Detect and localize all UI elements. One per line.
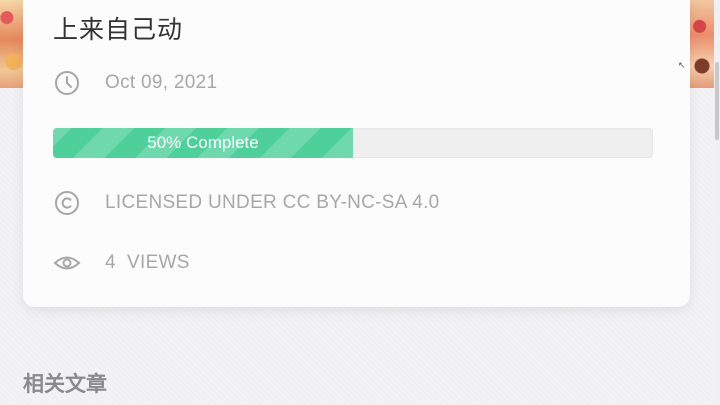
reading-progress-bar: 50% Complete (53, 128, 653, 158)
post-date: Oct 09, 2021 (105, 72, 218, 93)
post-views: 4 VIEWS (105, 252, 190, 273)
progress-label: 50% Complete (147, 133, 259, 152)
banner-image-right (690, 0, 714, 88)
related-posts-heading: 相关文章 (23, 372, 107, 396)
progress-fill: 50% Complete (53, 128, 353, 158)
post-license-row: LICENSED UNDER CC BY-NC-SA 4.0 (53, 189, 440, 217)
mouse-cursor-icon: ↖ (678, 61, 686, 71)
post-date-row: Oct 09, 2021 (53, 69, 217, 97)
post-title: 上来自己动 (53, 15, 184, 44)
post-views-row: 4 VIEWS (53, 249, 190, 277)
copyright-icon (53, 189, 81, 217)
banner-image-left (0, 0, 23, 88)
post-license[interactable]: LICENSED UNDER CC BY-NC-SA 4.0 (105, 192, 440, 214)
clock-icon (53, 69, 81, 97)
scrollbar-thumb[interactable] (715, 62, 719, 140)
page-scrollbar[interactable] (714, 0, 720, 405)
eye-icon (53, 249, 81, 277)
